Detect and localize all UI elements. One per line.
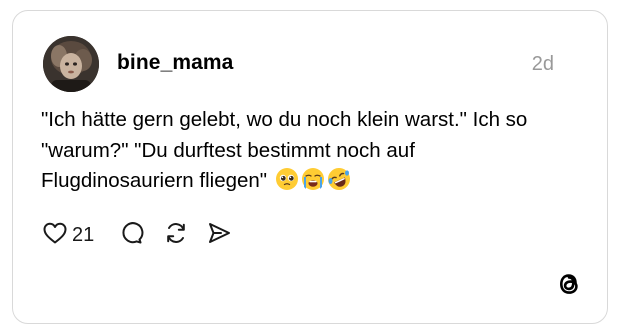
- loudly-crying-face-emoji: [301, 167, 325, 201]
- avatar[interactable]: [43, 36, 99, 92]
- like-count: 21: [72, 223, 95, 246]
- like-button[interactable]: 21: [42, 221, 94, 250]
- share-button[interactable]: [206, 220, 232, 251]
- rolling-on-floor-laughing-emoji: [327, 167, 351, 201]
- repost-icon: [163, 220, 189, 251]
- comment-bubble-icon: [118, 220, 144, 251]
- post-timestamp: 2d: [531, 53, 554, 75]
- username[interactable]: bine_mama: [117, 51, 233, 75]
- post-card[interactable]: bine_mama 2d "Ich hätte gern gelebt, wo …: [12, 10, 608, 324]
- reply-button[interactable]: [118, 220, 144, 251]
- post-actions: 21: [42, 220, 232, 250]
- pleading-face-emoji: [275, 167, 299, 201]
- repost-button[interactable]: [163, 220, 189, 251]
- heart-icon: [42, 221, 68, 250]
- send-icon: [206, 220, 232, 251]
- post-body: "Ich hätte gern gelebt, wo du noch klein…: [41, 105, 561, 201]
- threads-logo-icon[interactable]: [556, 270, 582, 298]
